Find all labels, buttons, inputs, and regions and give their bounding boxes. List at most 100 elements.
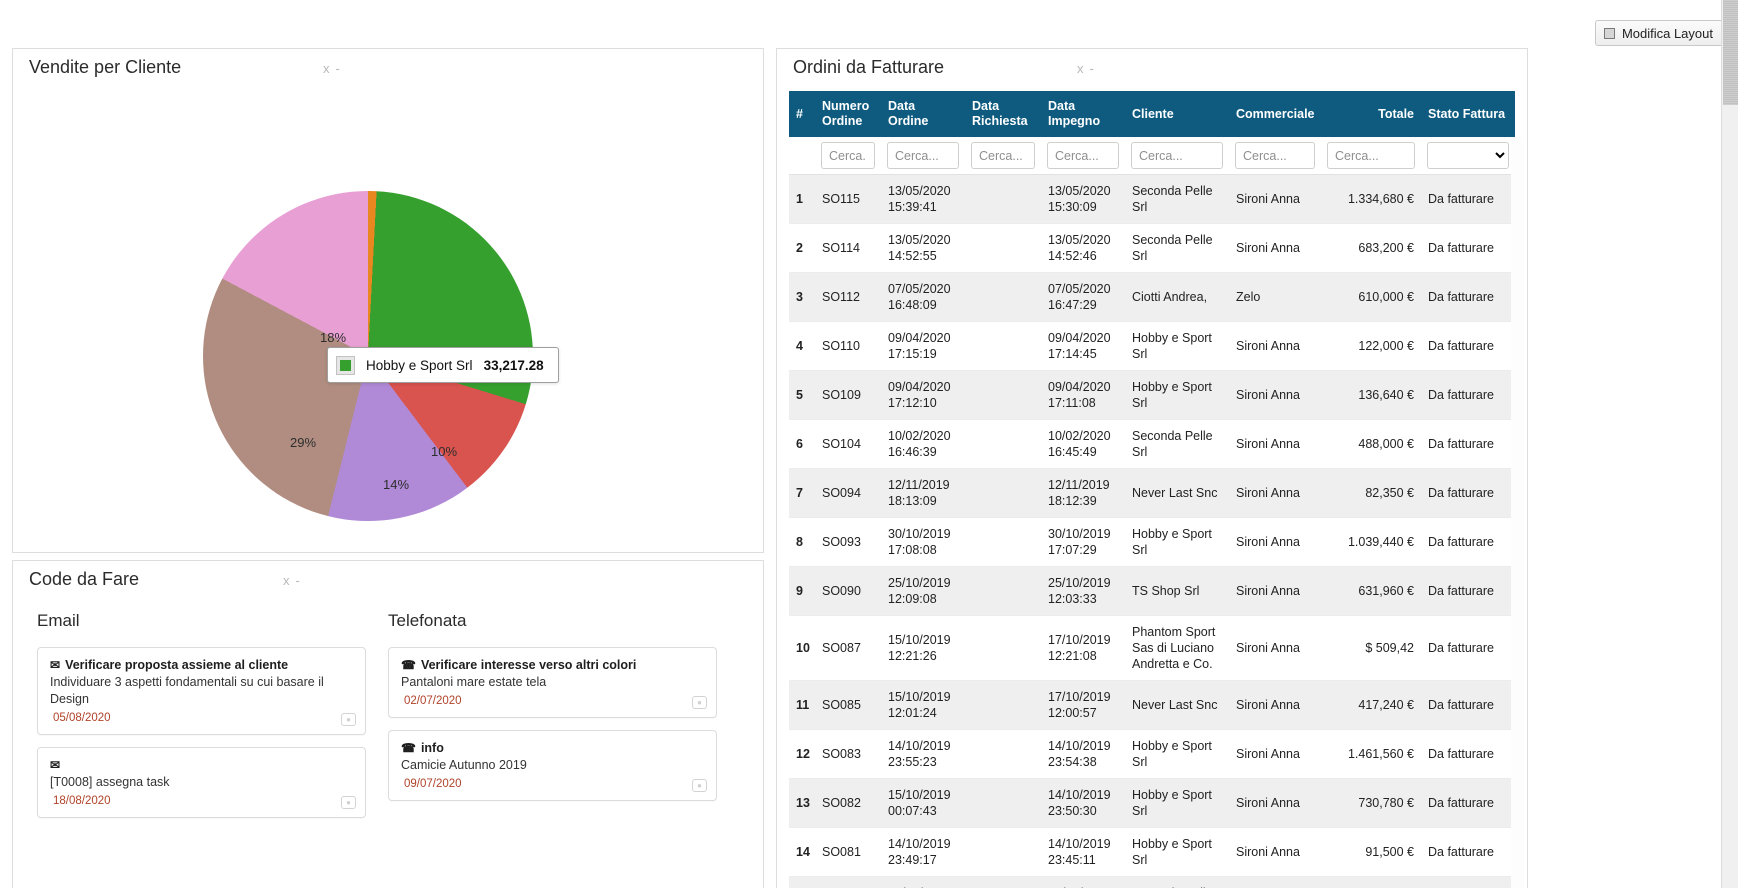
cell-cliente[interactable]: Phantom Sport Sas di Luciano Andretta e …: [1125, 615, 1229, 681]
cell-cliente[interactable]: Never Last Snc: [1125, 468, 1229, 518]
col-header-numero-ordine[interactable]: Numero Ordine: [815, 91, 881, 137]
cell-cliente[interactable]: TS Shop Srl: [1125, 566, 1229, 616]
phone-icon: ☎: [401, 741, 416, 755]
minimize-icon[interactable]: -: [296, 573, 306, 588]
filter-cell-cliente: [1125, 137, 1229, 175]
task-date: 18/08/2020: [53, 795, 111, 807]
page-scrollbar[interactable]: [1721, 0, 1738, 888]
col-header-data-impegno[interactable]: Data Impegno: [1041, 91, 1125, 137]
cell-cliente[interactable]: Seconda Pelle Srl: [1125, 876, 1229, 888]
cell-cliente[interactable]: Hobby e Sport Srl: [1125, 778, 1229, 828]
cell-commerciale[interactable]: Sironi Anna: [1229, 778, 1321, 828]
cell-cliente[interactable]: Ciotti Andrea,: [1125, 272, 1229, 322]
cell-data-ordine: 12/11/2019 18:13:09: [881, 468, 965, 518]
table-row[interactable]: 2 SO114 13/05/2020 14:52:55 13/05/2020 14:5…: [789, 223, 1515, 273]
search-input-totale[interactable]: [1327, 142, 1415, 169]
search-input-data-richiesta[interactable]: [971, 142, 1035, 169]
table-row[interactable]: 4 SO110 09/04/2020 17:15:19 09/04/2020 17:1…: [789, 321, 1515, 371]
panel-tools: x-: [323, 61, 346, 76]
camera-icon[interactable]: ●: [341, 796, 356, 809]
col-header-index[interactable]: #: [789, 91, 815, 137]
col-header-data-richiesta[interactable]: Data Richiesta: [965, 91, 1041, 137]
cell-cliente[interactable]: Hobby e Sport Srl: [1125, 321, 1229, 371]
table-row[interactable]: 12 SO083 14/10/2019 23:55:23 14/10/2019 23:…: [789, 729, 1515, 779]
table-row[interactable]: 10 SO087 15/10/2019 12:21:26 17/10/2019 12:…: [789, 615, 1515, 681]
table-row[interactable]: 5 SO109 09/04/2020 17:12:10 09/04/2020 17:1…: [789, 370, 1515, 420]
table-head: # Numero Ordine Data Ordine Data Richies…: [789, 91, 1515, 175]
table-row[interactable]: 1 SO115 13/05/2020 15:39:41 13/05/2020 15:3…: [789, 174, 1515, 224]
minimize-icon[interactable]: -: [1090, 61, 1100, 76]
cell-commerciale[interactable]: Sironi Anna: [1229, 827, 1321, 877]
cell-commerciale[interactable]: Sironi Anna: [1229, 729, 1321, 779]
cell-index: 11: [789, 680, 815, 730]
cell-cliente[interactable]: Never Last Snc: [1125, 680, 1229, 730]
cell-commerciale[interactable]: Sironi Anna: [1229, 517, 1321, 567]
cell-commerciale[interactable]: Zelo: [1229, 272, 1321, 322]
search-input-cliente[interactable]: [1131, 142, 1223, 169]
cell-cliente[interactable]: Seconda Pelle Srl: [1125, 419, 1229, 469]
col-header-data-ordine[interactable]: Data Ordine: [881, 91, 965, 137]
col-header-totale[interactable]: Totale: [1321, 91, 1421, 137]
table-row[interactable]: 6 SO104 10/02/2020 16:46:39 10/02/2020 16:4…: [789, 419, 1515, 469]
cell-data-ordine: 15/10/2019 12:01:24: [881, 680, 965, 730]
table-row[interactable]: 14 SO081 14/10/2019 23:49:17 14/10/2019 23:…: [789, 827, 1515, 877]
table-row[interactable]: 15SO08014/10/2019 23:25:31 14/10/2019 23:…: [789, 876, 1515, 888]
cell-commerciale[interactable]: Sironi Anna: [1229, 876, 1321, 888]
cell-data-richiesta: [965, 272, 1041, 322]
cell-commerciale[interactable]: Sironi Anna: [1229, 566, 1321, 616]
close-icon[interactable]: x: [1077, 61, 1090, 76]
cell-commerciale[interactable]: Sironi Anna: [1229, 680, 1321, 730]
cell-commerciale[interactable]: Sironi Anna: [1229, 321, 1321, 371]
camera-icon[interactable]: ●: [692, 779, 707, 792]
table-row[interactable]: 13 SO082 15/10/2019 00:07:43 14/10/2019 23:…: [789, 778, 1515, 828]
page-scrollbar-thumb[interactable]: [1723, 0, 1738, 105]
table-row[interactable]: 11 SO085 15/10/2019 12:01:24 17/10/2019 12:…: [789, 680, 1515, 730]
todo-column-telefonata: Telefonata ☎ Verificare interesse verso …: [388, 603, 739, 830]
cell-commerciale[interactable]: Sironi Anna: [1229, 174, 1321, 224]
cell-data-impegno: 14/10/2019 23:45:11: [1041, 827, 1125, 877]
search-input-data-ordine[interactable]: [887, 142, 959, 169]
cell-commerciale[interactable]: Sironi Anna: [1229, 615, 1321, 681]
cell-cliente[interactable]: Seconda Pelle Srl: [1125, 223, 1229, 273]
filter-cell-data-impegno: [1041, 137, 1125, 175]
filter-cell-index: [789, 137, 815, 175]
table-row[interactable]: 7 SO094 12/11/2019 18:13:09 12/11/2019 18:1…: [789, 468, 1515, 518]
cell-commerciale[interactable]: Sironi Anna: [1229, 370, 1321, 420]
task-body: Individuare 3 aspetti fondamentali su cu…: [50, 675, 324, 706]
task-card[interactable]: ✉ [T0008] assegna task 18/08/2020 ●: [37, 747, 366, 818]
task-card[interactable]: ☎ info Camicie Autunno 2019 09/07/2020 ●: [388, 730, 717, 801]
table-row[interactable]: 8 SO093 30/10/2019 17:08:08 30/10/2019 17:0…: [789, 517, 1515, 567]
table-row[interactable]: 9 SO090 25/10/2019 12:09:08 25/10/2019 12:0…: [789, 566, 1515, 616]
cell-index: 3: [789, 272, 815, 322]
camera-icon[interactable]: ●: [692, 696, 707, 709]
cell-data-impegno: 30/10/2019 17:07:29: [1041, 517, 1125, 567]
close-icon[interactable]: x: [283, 573, 296, 588]
panel-header: Vendite per Cliente x-: [13, 49, 763, 91]
cell-numero-ordine: SO090: [815, 566, 881, 616]
cell-numero-ordine: SO104: [815, 419, 881, 469]
filter-select-stato-fattura[interactable]: [1427, 142, 1509, 169]
cell-cliente[interactable]: Hobby e Sport Srl: [1125, 370, 1229, 420]
cell-cliente[interactable]: Hobby e Sport Srl: [1125, 517, 1229, 567]
col-header-cliente[interactable]: Cliente: [1125, 91, 1229, 137]
cell-commerciale[interactable]: Sironi Anna: [1229, 223, 1321, 273]
cell-commerciale[interactable]: Sironi Anna: [1229, 468, 1321, 518]
search-input-data-impegno[interactable]: [1047, 142, 1119, 169]
cell-cliente[interactable]: Seconda Pelle Srl: [1125, 174, 1229, 224]
modifica-layout-button[interactable]: Modifica Layout: [1594, 20, 1726, 46]
camera-icon[interactable]: ●: [341, 713, 356, 726]
table-row[interactable]: 3 SO112 07/05/2020 16:48:09 07/05/2020 16:4…: [789, 272, 1515, 322]
table-filter-row: [789, 137, 1515, 175]
cell-cliente[interactable]: Hobby e Sport Srl: [1125, 827, 1229, 877]
cell-cliente[interactable]: Hobby e Sport Srl: [1125, 729, 1229, 779]
table-scrollbar[interactable]: ▾: [1511, 137, 1524, 888]
col-header-stato-fattura[interactable]: Stato Fattura: [1421, 91, 1515, 137]
col-header-commerciale[interactable]: Commerciale: [1229, 91, 1321, 137]
task-card[interactable]: ☎ Verificare interesse verso altri color…: [388, 647, 717, 718]
minimize-icon[interactable]: -: [336, 61, 346, 76]
search-input-commerciale[interactable]: [1235, 142, 1315, 169]
close-icon[interactable]: x: [323, 61, 336, 76]
task-card[interactable]: ✉ Verificare proposta assieme al cliente…: [37, 647, 366, 735]
search-input-numero-ordine[interactable]: [821, 142, 875, 169]
cell-commerciale[interactable]: Sironi Anna: [1229, 419, 1321, 469]
